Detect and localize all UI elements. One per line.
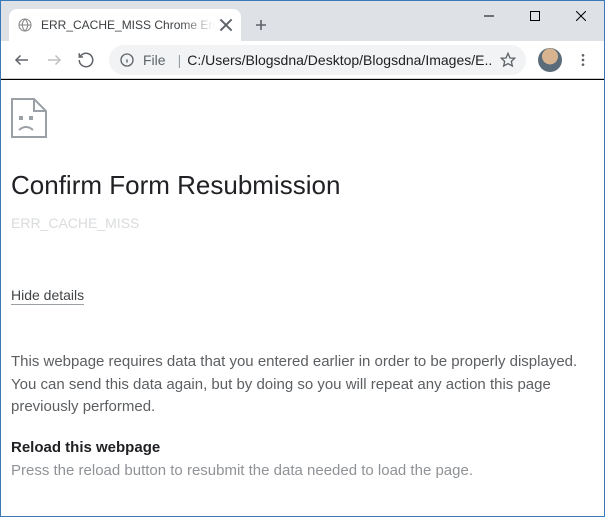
reload-button[interactable] (71, 45, 101, 75)
window-controls (466, 1, 604, 31)
globe-icon (17, 17, 33, 33)
browser-menu-button[interactable] (568, 45, 598, 75)
window-titlebar: ERR_CACHE_MISS Chrome Error (1, 1, 604, 41)
reload-paragraph: Press the reload button to resubmit the … (11, 460, 584, 483)
url-separator: | (178, 52, 182, 68)
reload-heading: Reload this webpage (11, 439, 584, 456)
url-path: C:/Users/Blogsdna/Desktop/Blogsdna/Image… (187, 52, 492, 68)
site-info-icon[interactable] (119, 52, 135, 68)
window-minimize-button[interactable] (466, 1, 512, 31)
error-code: ERR_CACHE_MISS (11, 215, 584, 231)
back-button[interactable] (7, 45, 37, 75)
window-close-button[interactable] (558, 1, 604, 31)
tab-close-icon[interactable] (219, 18, 233, 32)
bookmark-star-icon[interactable] (500, 52, 516, 68)
window-maximize-button[interactable] (512, 1, 558, 31)
page-title: Confirm Form Resubmission (11, 170, 584, 201)
address-bar[interactable]: File | C:/Users/Blogsdna/Desktop/Blogsdn… (109, 45, 526, 75)
browser-tab[interactable]: ERR_CACHE_MISS Chrome Error (9, 9, 241, 41)
hide-details-link[interactable]: Hide details (11, 287, 84, 305)
details-paragraph: This webpage requires data that you ente… (11, 351, 584, 419)
new-tab-button[interactable] (247, 11, 275, 39)
tab-title: ERR_CACHE_MISS Chrome Error (41, 18, 215, 32)
sad-page-icon (11, 98, 47, 138)
page-content: Confirm Form Resubmission ERR_CACHE_MISS… (1, 79, 604, 516)
browser-toolbar: File | C:/Users/Blogsdna/Desktop/Blogsdn… (1, 41, 604, 79)
url-scheme: File (143, 52, 166, 68)
profile-avatar[interactable] (538, 48, 562, 72)
forward-button[interactable] (39, 45, 69, 75)
